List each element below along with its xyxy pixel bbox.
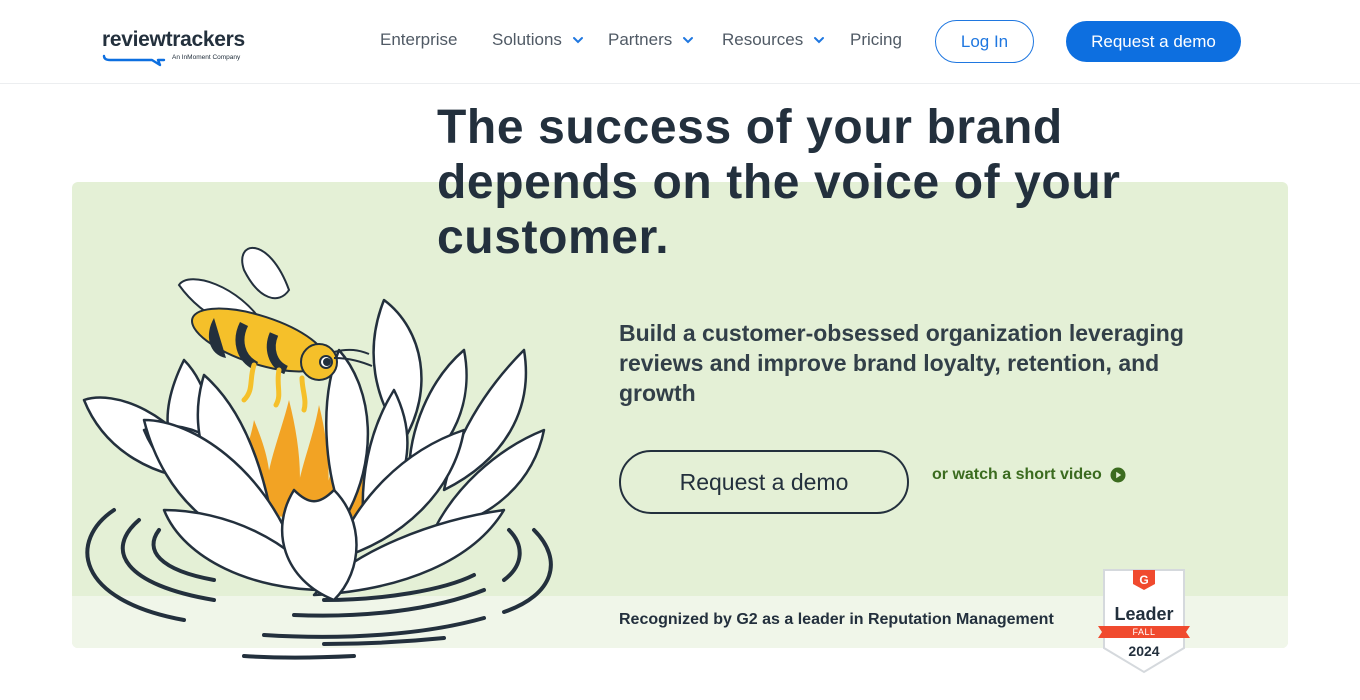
badge-year: 2024	[1128, 643, 1160, 659]
request-demo-hero-button[interactable]: Request a demo	[619, 450, 909, 514]
nav-label: Partners	[608, 30, 673, 49]
nav-label: Pricing	[850, 30, 902, 49]
bee-on-lotus-illustration	[82, 247, 553, 660]
nav-item-solutions[interactable]: Solutions	[492, 30, 584, 50]
request-demo-header-button[interactable]: Request a demo	[1066, 21, 1241, 62]
nav-item-resources[interactable]: Resources	[722, 30, 825, 50]
g2-leader-badge[interactable]: G Leader FALL 2024	[1098, 566, 1190, 676]
nav-label: Enterprise	[380, 30, 458, 49]
video-link-label: or watch a short video	[932, 466, 1102, 483]
reviewtrackers-logo[interactable]: reviewtrackers An InMoment Company	[102, 28, 252, 68]
g2-recognition-text: Recognized by G2 as a leader in Reputati…	[619, 611, 1054, 628]
play-circle-icon	[1110, 467, 1126, 483]
chevron-down-icon	[572, 37, 583, 44]
chevron-down-icon	[814, 37, 825, 44]
nav-item-pricing[interactable]: Pricing	[850, 30, 902, 50]
login-button[interactable]: Log In	[935, 20, 1034, 63]
logo-wordmark: reviewtrackers	[102, 28, 245, 51]
hero-headline: The success of your brand depends on the…	[437, 101, 1121, 264]
site-header: reviewtrackers An InMoment Company Enter…	[0, 0, 1360, 84]
logo-swoosh-icon	[102, 54, 166, 67]
nav-item-partners[interactable]: Partners	[608, 30, 694, 50]
badge-season: FALL	[1132, 627, 1156, 637]
g2-logo: G	[1139, 573, 1149, 587]
nav-item-enterprise[interactable]: Enterprise	[380, 30, 457, 50]
watch-video-link[interactable]: or watch a short video	[932, 466, 1126, 484]
nav-label: Resources	[722, 30, 804, 49]
nav-label: Solutions	[492, 30, 562, 49]
hero-subtext: Build a customer-obsessed organization l…	[619, 320, 1184, 406]
chevron-down-icon	[683, 37, 694, 44]
badge-title: Leader	[1114, 604, 1174, 624]
logo-tagline: An InMoment Company	[172, 54, 241, 61]
